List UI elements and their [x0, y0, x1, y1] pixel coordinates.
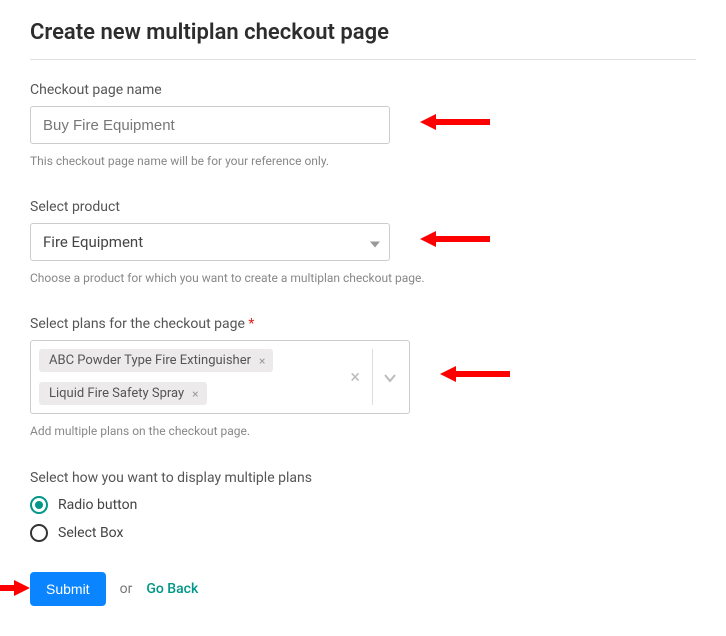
radio-option-select-box[interactable]: Select Box: [30, 524, 450, 542]
radio-option-label: Radio button: [58, 497, 137, 513]
go-back-link[interactable]: Go Back: [146, 581, 198, 597]
required-asterisk: *: [248, 316, 254, 332]
annotation-arrow: [420, 112, 490, 132]
page-title: Create new multiplan checkout page: [30, 20, 696, 45]
field-select-product: Select product Fire Equipment Choose a p…: [30, 199, 450, 288]
field-display-mode: Select how you want to display multiple …: [30, 470, 450, 542]
product-select[interactable]: Fire Equipment: [30, 223, 390, 261]
divider: [30, 59, 696, 60]
radio-option-radio-button[interactable]: Radio button: [30, 496, 450, 514]
product-select-value: Fire Equipment: [43, 233, 143, 251]
radio-option-label: Select Box: [58, 525, 123, 541]
plan-tag: ABC Powder Type Fire Extinguisher ×: [39, 349, 273, 372]
remove-tag-icon[interactable]: ×: [190, 387, 200, 401]
chevron-down-icon[interactable]: [379, 368, 401, 387]
select-plans-label: Select plans for the checkout page *: [30, 316, 450, 332]
annotation-arrow: [0, 578, 30, 598]
annotation-arrow: [440, 364, 510, 384]
plan-tag-label: ABC Powder Type Fire Extinguisher: [49, 353, 251, 368]
submit-button[interactable]: Submit: [30, 572, 106, 606]
or-text: or: [120, 581, 133, 597]
plans-controls: ×: [336, 341, 409, 413]
field-checkout-name: Checkout page name This checkout page na…: [30, 82, 450, 171]
clear-all-icon[interactable]: ×: [344, 367, 366, 388]
checkout-name-input[interactable]: [30, 106, 390, 144]
field-select-plans: Select plans for the checkout page * ABC…: [30, 316, 450, 441]
plan-tag-label: Liquid Fire Safety Spray: [49, 386, 184, 401]
plan-tag: Liquid Fire Safety Spray ×: [39, 382, 207, 405]
radio-icon: [30, 524, 48, 542]
checkout-name-helper: This checkout page name will be for your…: [30, 152, 430, 171]
annotation-arrow: [420, 229, 490, 249]
plans-tags-container: ABC Powder Type Fire Extinguisher × Liqu…: [31, 341, 336, 413]
select-product-label: Select product: [30, 199, 450, 215]
caret-down-icon: [370, 233, 380, 252]
select-product-helper: Choose a product for which you want to c…: [30, 269, 430, 288]
select-plans-helper: Add multiple plans on the checkout page.: [30, 422, 430, 441]
plans-multiselect[interactable]: ABC Powder Type Fire Extinguisher × Liqu…: [30, 340, 410, 414]
checkout-name-label: Checkout page name: [30, 82, 450, 98]
remove-tag-icon[interactable]: ×: [257, 354, 267, 368]
radio-icon: [30, 496, 48, 514]
display-mode-label: Select how you want to display multiple …: [30, 470, 450, 486]
vertical-divider: [372, 349, 373, 405]
select-plans-label-text: Select plans for the checkout page: [30, 316, 245, 332]
form-actions: Submit or Go Back: [30, 572, 696, 606]
